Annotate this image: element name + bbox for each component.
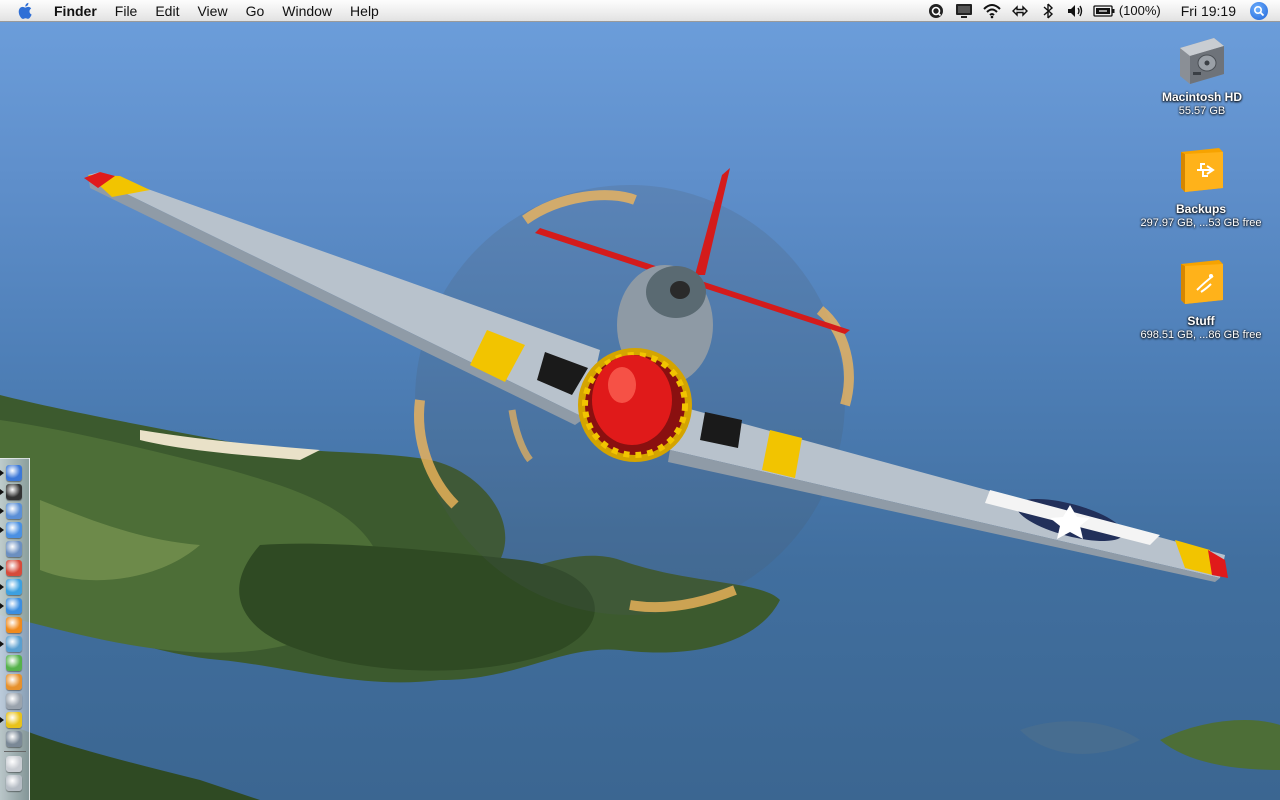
- menu-file[interactable]: File: [106, 0, 147, 22]
- external-firewire-drive-icon: [1173, 256, 1229, 312]
- menu-bar: Finder File Edit View Go Window Help (10…: [0, 0, 1280, 22]
- menu-window[interactable]: Window: [273, 0, 341, 22]
- coda-icon[interactable]: [6, 674, 22, 690]
- desktop-wallpaper: [0, 0, 1280, 800]
- running-indicator: [0, 717, 4, 723]
- desktop-icon-label: Macintosh HD: [1161, 90, 1242, 104]
- running-indicator: [0, 565, 4, 571]
- desktop-icon-info: 55.57 GB: [1178, 105, 1226, 117]
- preview-icon[interactable]: [6, 541, 22, 557]
- menu-edit[interactable]: Edit: [146, 0, 188, 22]
- running-indicator: [0, 527, 4, 533]
- menu-clock[interactable]: Fri 19:19: [1181, 3, 1236, 19]
- running-indicator: [0, 470, 4, 476]
- volume-icon[interactable]: [1065, 0, 1087, 22]
- quicksilver-icon[interactable]: [925, 0, 947, 22]
- menu-help[interactable]: Help: [341, 0, 388, 22]
- running-indicator: [0, 603, 4, 609]
- desktop-icon-label: Backups: [1175, 202, 1227, 216]
- menu-view[interactable]: View: [188, 0, 236, 22]
- battery-percentage[interactable]: (100%): [1119, 3, 1161, 18]
- dock: [0, 458, 30, 800]
- menu-extras: (100%) Fri 19:19: [922, 0, 1280, 22]
- running-indicator: [0, 641, 4, 647]
- finder-icon[interactable]: [6, 465, 22, 481]
- spotlight-icon[interactable]: [1250, 1, 1268, 20]
- desktop-icon-stuff[interactable]: Stuff 698.51 GB, ...86 GB free: [1126, 256, 1276, 342]
- internal-hard-drive-icon: [1174, 32, 1230, 88]
- sync-icon[interactable]: [1009, 0, 1031, 22]
- external-usb-drive-icon: [1173, 144, 1229, 200]
- ical-icon[interactable]: [6, 560, 22, 576]
- battery-icon[interactable]: [1093, 0, 1115, 22]
- desktop-icon-macintosh-hd[interactable]: Macintosh HD 55.57 GB: [1127, 32, 1277, 118]
- running-indicator: [0, 584, 4, 590]
- menu-finder[interactable]: Finder: [48, 0, 106, 22]
- trash-icon[interactable]: [6, 775, 22, 791]
- apple-menu-icon[interactable]: [16, 1, 36, 21]
- wifi-icon[interactable]: [981, 0, 1003, 22]
- desktop-icon-info: 698.51 GB, ...86 GB free: [1140, 329, 1262, 341]
- desktop-icon-backups[interactable]: Backups 297.97 GB, ...53 GB free: [1126, 144, 1276, 230]
- desktop-icon-label: Stuff: [1187, 314, 1215, 328]
- desktop-icon-info: 297.97 GB, ...53 GB free: [1140, 217, 1262, 229]
- safari-icon[interactable]: [6, 522, 22, 538]
- adium-icon[interactable]: [6, 712, 22, 728]
- bluetooth-icon[interactable]: [1037, 0, 1059, 22]
- vlc-icon[interactable]: [6, 617, 22, 633]
- wallpaper-art-p51-mustang: [0, 168, 1280, 800]
- mail-icon[interactable]: [6, 503, 22, 519]
- menu-go[interactable]: Go: [237, 0, 274, 22]
- running-indicator: [0, 489, 4, 495]
- itunes-icon[interactable]: [6, 579, 22, 595]
- running-indicator: [0, 508, 4, 514]
- dashboard-icon[interactable]: [6, 484, 22, 500]
- system-preferences-icon[interactable]: [6, 731, 22, 747]
- display-icon[interactable]: [953, 0, 975, 22]
- documents-stack-icon[interactable]: [6, 756, 22, 772]
- ichat-icon[interactable]: [6, 598, 22, 614]
- camera-icon[interactable]: [6, 693, 22, 709]
- transmission-icon[interactable]: [6, 636, 22, 652]
- dock-separator: [4, 751, 26, 752]
- leaf-icon[interactable]: [6, 655, 22, 671]
